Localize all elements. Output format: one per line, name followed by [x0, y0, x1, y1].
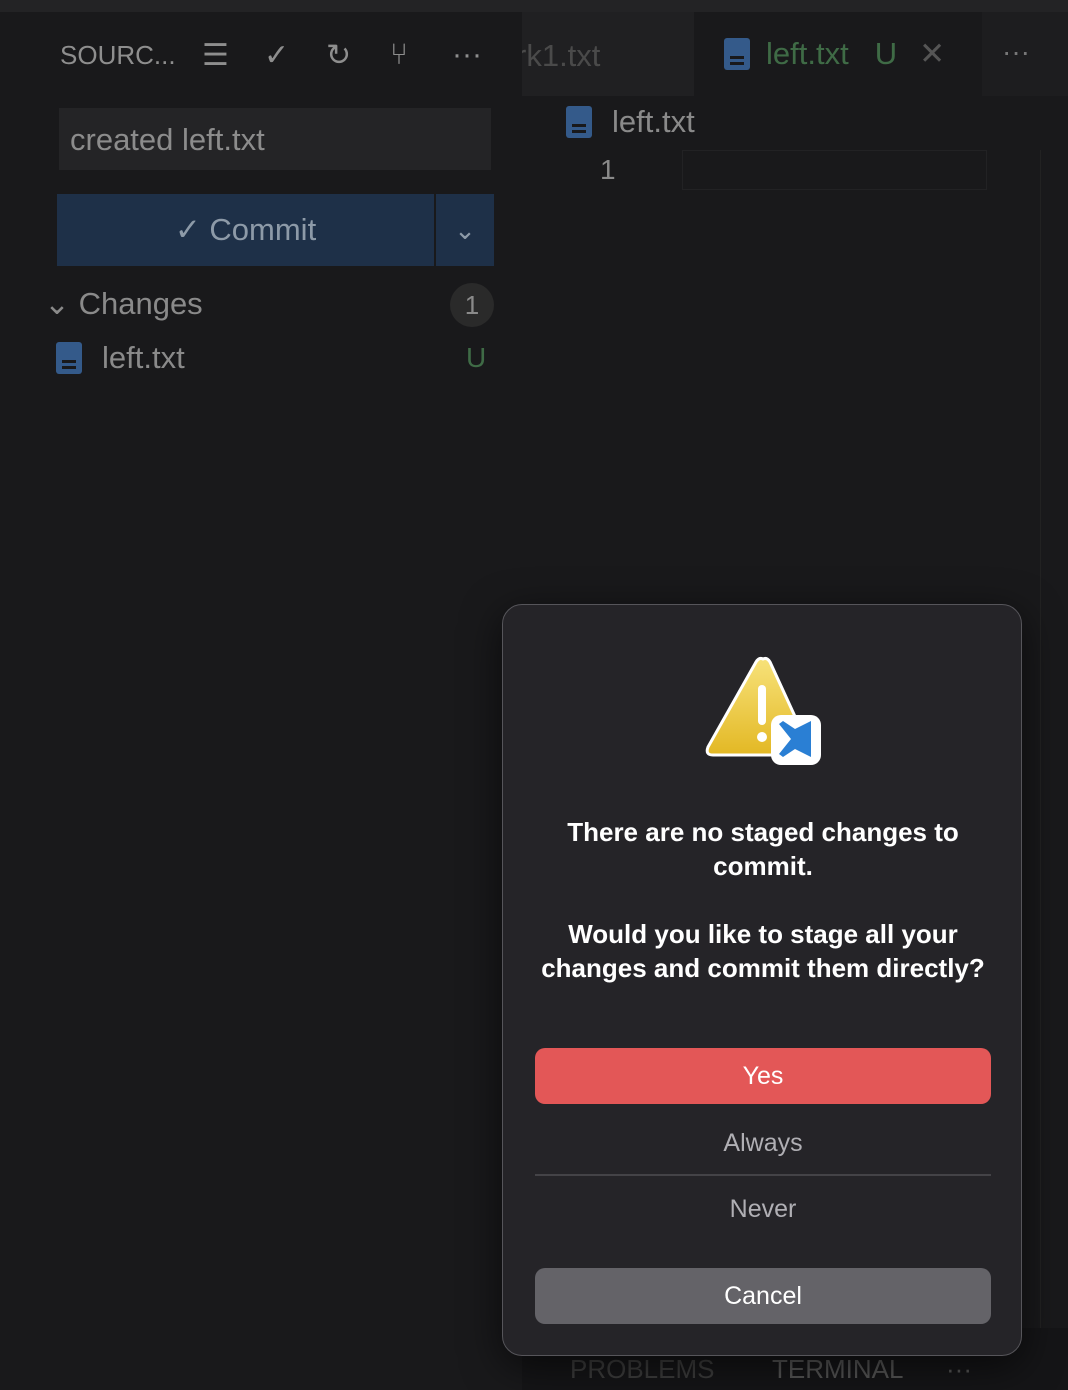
- warning-icon: [705, 656, 821, 765]
- tab-left-txt[interactable]: left.txt U ✕: [694, 12, 982, 96]
- current-line[interactable]: [682, 150, 987, 190]
- changes-count-badge: 1: [450, 283, 494, 327]
- breadcrumb[interactable]: left.txt: [566, 104, 695, 140]
- confirm-dialog: There are no staged changes to commit. W…: [502, 604, 1022, 1356]
- panel-more-icon[interactable]: ···: [946, 1354, 972, 1385]
- commit-message-input[interactable]: created left.txt: [59, 108, 491, 170]
- more-tabs-icon[interactable]: ···: [1002, 36, 1030, 68]
- file-icon: [566, 106, 592, 138]
- source-control-sidebar: SOURC... ☰ ✓ ↻ ⑂ ··· created left.txt ✓ …: [12, 12, 522, 1390]
- line-number: 1: [600, 154, 616, 185]
- branch-graph-icon[interactable]: ⑂: [390, 38, 408, 72]
- check-icon: ✓: [174, 212, 210, 247]
- changes-label: Changes: [78, 286, 203, 321]
- commit-check-icon[interactable]: ✓: [264, 38, 289, 73]
- tab-label: left.txt: [766, 36, 849, 71]
- sidebar-title: SOURC...: [60, 40, 176, 70]
- changed-file-item[interactable]: left.txt: [56, 340, 185, 376]
- chevron-down-icon: ⌄: [454, 214, 476, 245]
- never-button[interactable]: Never: [535, 1181, 991, 1237]
- tab-label: rk1.txt: [522, 38, 601, 73]
- untracked-status: U: [874, 36, 898, 71]
- view-as-tree-icon[interactable]: ☰: [202, 38, 229, 73]
- always-button[interactable]: Always: [535, 1115, 991, 1171]
- changes-group[interactable]: ⌄ Changes: [44, 286, 203, 322]
- file-icon: [724, 38, 750, 70]
- breadcrumb-file: left.txt: [612, 104, 695, 139]
- file-name: left.txt: [102, 340, 185, 375]
- more-actions-icon[interactable]: ···: [452, 38, 482, 72]
- tab-terminal[interactable]: TERMINAL: [772, 1354, 903, 1385]
- minimap[interactable]: [1040, 150, 1068, 1330]
- cancel-button[interactable]: Cancel: [535, 1268, 991, 1324]
- tab-work1[interactable]: rk1.txt: [522, 12, 694, 96]
- commit-button[interactable]: ✓ Commit: [57, 194, 434, 266]
- tab-problems[interactable]: PROBLEMS: [570, 1354, 715, 1385]
- refresh-icon[interactable]: ↻: [326, 38, 351, 73]
- divider: [535, 1174, 991, 1176]
- commit-dropdown-button[interactable]: ⌄: [436, 194, 494, 266]
- dialog-message: There are no staged changes to commit.: [567, 817, 959, 881]
- title-bar: [0, 0, 1068, 12]
- yes-button[interactable]: Yes: [535, 1048, 991, 1104]
- chevron-down-icon: ⌄: [44, 286, 79, 321]
- commit-label: Commit: [209, 212, 317, 247]
- dialog-question: Would you like to stage all your changes…: [541, 919, 985, 983]
- file-icon: [56, 342, 82, 374]
- close-icon[interactable]: ✕: [919, 36, 945, 72]
- untracked-status: U: [466, 342, 487, 373]
